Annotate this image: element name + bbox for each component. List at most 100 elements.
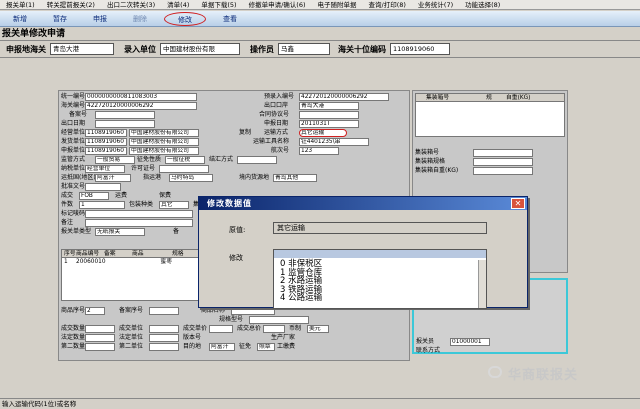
second-unit-field[interactable] [149,343,179,351]
container-weight-label: 集装箱自重(KG) [415,167,459,174]
shipper-label: 发货单位 [61,138,86,145]
watermark-text: 华商联报关 [508,368,579,383]
currency-label: 币制 [289,325,302,332]
tax-nature-field[interactable]: 一般征税 [165,156,205,164]
second-qty-field[interactable] [85,343,115,351]
marks-field[interactable] [85,210,193,218]
applicant-code[interactable]: 1108919060 [85,147,127,155]
shipper-name[interactable]: 中国建材股份有限公司 [129,138,199,146]
modify-combobox[interactable]: 0 非保税区 1 监管仓库 2 水路运输 3 铁路运输 4 公路运输 [273,249,487,309]
list-item[interactable]: 4 公路运输 [280,294,486,303]
menu-functions[interactable]: 功能选择(8) [459,0,506,9]
export-date-field[interactable] [95,120,155,128]
legal-unit-label: 法定单位 [119,334,144,341]
spec-label: 规格型号 [219,316,244,323]
tax-unit-field[interactable]: 经营单位 [85,165,125,173]
menu-query-print[interactable]: 查询/打印(8) [363,0,412,9]
toolbar: 新增 暂存 申报 删除 修改 查看 [0,11,640,27]
container-weight-field[interactable] [473,167,533,175]
container-spec-field[interactable] [473,158,533,166]
deal-total-field[interactable] [263,325,285,333]
license-field[interactable] [159,165,209,173]
contract-field[interactable] [299,111,359,119]
deal-qty-field[interactable] [85,325,115,333]
view-button[interactable]: 查看 [210,12,250,26]
options-scrollbar[interactable] [478,260,486,308]
transport-mode-field[interactable]: 其它运输 [299,129,347,137]
voyage-field[interactable]: 123 [299,147,339,155]
remarks-field[interactable] [85,219,193,227]
status-bar: 输入运输代码(1位)或名称 [0,398,640,409]
transport-tool-field[interactable]: 钍4401235\串 [299,138,369,146]
pieces-field[interactable]: 1 [79,201,125,209]
deal-price-field[interactable] [209,325,233,333]
exempt-field[interactable]: 照章 [257,343,275,351]
applicant-name[interactable]: 中国建材股份有限公司 [129,147,199,155]
goods-name-field[interactable] [231,307,275,315]
filing-field[interactable] [95,111,155,119]
goods-no-field[interactable]: 2 [85,307,105,315]
goods-col-name: 商品 [132,251,144,257]
table-row[interactable]: 1 20060010 蜜枣 [62,258,198,266]
filing-no-field[interactable] [149,307,179,315]
dest-label: 目的地 [183,343,202,350]
menu-statistics[interactable]: 业务统计(7) [412,0,459,9]
exit-port-field[interactable]: 青岛大港 [299,102,359,110]
port-field[interactable]: 马约特岛 [169,174,213,182]
declarant-field[interactable]: 01000001 [450,338,490,346]
modify-input[interactable] [274,250,486,258]
modify-value-dialog: 修改数据值 ✕ 原值: 其它运输 修改 0 非保税区 1 监管仓库 2 水路运输… [198,196,528,309]
deal-unit-field[interactable] [149,325,179,333]
menu-declaration[interactable]: 报关单(1) [0,0,41,9]
settlement-field[interactable] [237,156,277,164]
domestic-field[interactable]: 青岛其他 [273,174,317,182]
menu-download[interactable]: 单据下载(5) [195,0,242,9]
operating-unit-name[interactable]: 中国建材股份有限公司 [129,129,199,137]
container-field-label: 集装箱号 [415,149,440,156]
exit-port-label: 出口口岸 [264,102,289,109]
close-icon[interactable]: ✕ [511,198,525,209]
legal-qty-field[interactable] [85,334,115,342]
code-field[interactable]: 1108919060 [390,43,450,55]
delete-button[interactable]: 删除 [120,12,160,26]
dest-field[interactable]: 阿富汗 [209,343,235,351]
customs-field[interactable]: 青岛大港 [50,43,114,55]
unit-field[interactable]: 中国建材股份有限 [160,43,240,55]
new-button[interactable]: 新增 [0,12,40,26]
unified-no-field[interactable]: 0000000000811083003 [85,93,197,101]
approval-field[interactable] [85,183,121,191]
modify-button[interactable]: 修改 [164,11,206,26]
menu-electronic-docs[interactable]: 电子随附单据 [312,0,363,9]
trade-mode-field[interactable]: 一般贸易 [95,156,135,164]
operating-unit-code[interactable]: 1108919060 [85,129,127,137]
menu-transfer-early[interactable]: 转关提前报关(2) [41,0,101,9]
supervision-label: 监管方式 [61,156,86,163]
menu-export-transfer[interactable]: 出口二次转关(3) [101,0,161,9]
save-draft-button[interactable]: 暂存 [40,12,80,26]
legal-unit-field[interactable] [149,334,179,342]
code-label: 海关十位编码 [338,44,386,54]
operator-field[interactable]: 马鑫 [278,43,330,55]
filing-no-label: 备案序号 [119,307,144,314]
currency-field[interactable]: 美元 [307,325,329,333]
menu-list[interactable]: 清单(4) [161,0,195,9]
modify-options-list[interactable]: 0 非保税区 1 监管仓库 2 水路运输 3 铁路运输 4 公路运输 [274,260,486,308]
declare-date-field[interactable]: 2011031T [299,120,359,128]
dest-country-field[interactable]: 阿富汗 [95,174,131,182]
customs-label: 申报地海关 [6,44,46,54]
legal-qty-label: 法定数量 [61,334,86,341]
shipper-code[interactable]: 1108919060 [85,138,127,146]
menu-modify-request[interactable]: 修撤单申请/确认(6) [243,0,312,9]
freight-label: 运费 [115,192,128,199]
container-field[interactable] [473,149,533,157]
customs-no-field[interactable]: 422720120000006292 [85,102,197,110]
package-field[interactable]: 其它 [159,201,189,209]
declaration-type-label: 报关单类型 [61,228,92,235]
deal-field[interactable]: FOB [79,192,109,200]
pre-entry-field[interactable]: 422720120000006292 [299,93,389,101]
spec-field[interactable] [249,316,309,324]
declaration-type-field[interactable]: 无纸报关 [95,228,145,236]
contract-label: 合同协议号 [259,111,290,118]
goods-col-spec: 规格 [172,251,184,257]
declare-button[interactable]: 申报 [80,12,120,26]
